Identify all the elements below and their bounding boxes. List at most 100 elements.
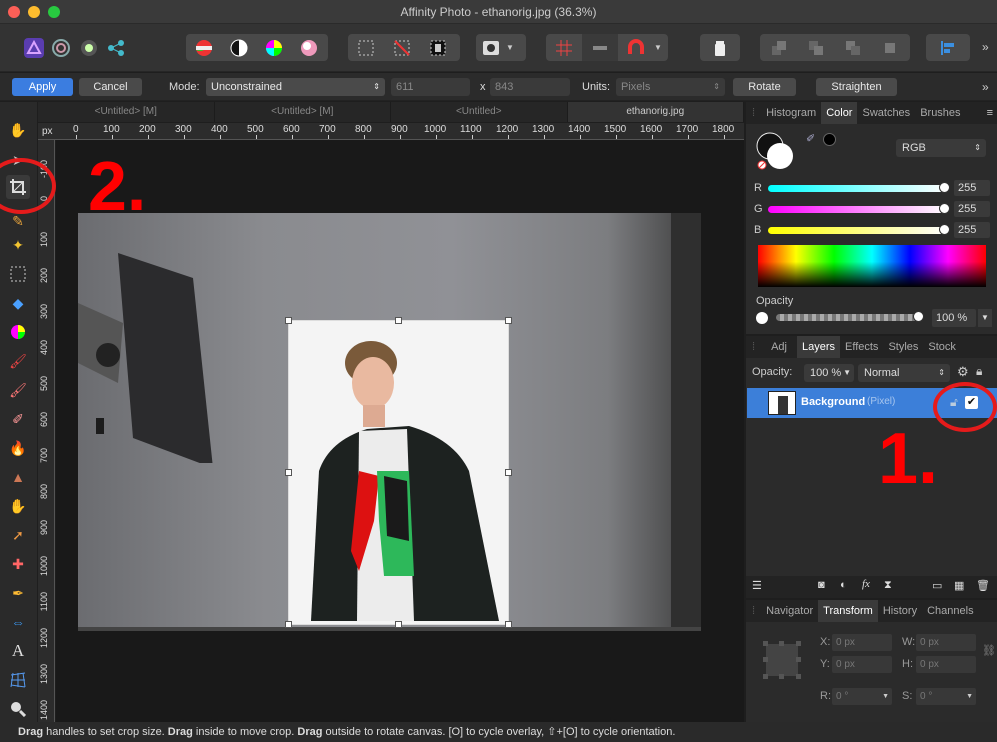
- marquee-tool-icon[interactable]: [6, 262, 30, 286]
- crop-handle-t[interactable]: [395, 317, 402, 324]
- erase-brush-icon[interactable]: ✐: [6, 407, 30, 431]
- hand-tool-icon[interactable]: ✋: [6, 118, 30, 142]
- clone-brush-icon[interactable]: ▲: [6, 465, 30, 489]
- tab-transform[interactable]: Transform: [818, 600, 878, 622]
- tab-adjustments[interactable]: Adj: [761, 341, 797, 353]
- dodge-burn-icon[interactable]: 🔥: [6, 436, 30, 460]
- crop-handle-r[interactable]: [505, 469, 512, 476]
- healing-brush-icon[interactable]: ✚: [6, 552, 30, 576]
- doc-tab[interactable]: <Untitled> [M]: [38, 102, 215, 122]
- blur-brush-icon[interactable]: ✋: [6, 494, 30, 518]
- smudge-brush-icon[interactable]: ➚: [6, 523, 30, 547]
- g-value[interactable]: 255: [954, 201, 990, 217]
- assistant-icon[interactable]: [582, 34, 618, 61]
- mesh-warp-icon[interactable]: [6, 668, 30, 692]
- quick-mask-icon[interactable]: [476, 34, 506, 61]
- b-slider-thumb[interactable]: [939, 224, 950, 235]
- chevron-down-icon[interactable]: ▼: [978, 309, 992, 327]
- contrast-icon[interactable]: [221, 34, 256, 61]
- g-slider-thumb[interactable]: [939, 203, 950, 214]
- b-value[interactable]: 255: [954, 222, 990, 238]
- apply-button[interactable]: Apply: [12, 78, 73, 96]
- crop-handle-b[interactable]: [395, 621, 402, 628]
- units-dropdown[interactable]: Pixels ⇕: [616, 78, 725, 96]
- toolbar-overflow-icon[interactable]: »: [982, 40, 989, 54]
- doc-tab[interactable]: <Untitled>: [391, 102, 568, 122]
- chevron-down-icon[interactable]: ▼: [654, 43, 662, 52]
- tab-histogram[interactable]: Histogram: [761, 107, 821, 119]
- eyedropper-icon[interactable]: ✐: [806, 132, 815, 145]
- anchor-point-selector[interactable]: [762, 640, 802, 680]
- paint-brush-icon[interactable]: 🖌: [6, 349, 30, 373]
- layer-opacity-dropdown[interactable]: 100 % ▼: [804, 364, 854, 382]
- live-filter-icon[interactable]: ⧗: [884, 579, 892, 592]
- tab-color[interactable]: Color: [821, 102, 858, 124]
- export-persona-icon[interactable]: [103, 34, 131, 61]
- crop-handle-l[interactable]: [285, 469, 292, 476]
- opacity-slider[interactable]: [776, 314, 922, 321]
- canvas-area[interactable]: [56, 140, 744, 722]
- tab-history[interactable]: History: [878, 605, 922, 617]
- trash-brush-icon[interactable]: [700, 34, 740, 61]
- fx-icon[interactable]: fx: [862, 578, 870, 590]
- rotate-button[interactable]: Rotate: [733, 78, 796, 96]
- new-layer-icon[interactable]: ▦: [954, 579, 964, 592]
- b-slider[interactable]: [768, 227, 946, 234]
- adjustment-layer-icon[interactable]: ◐: [840, 579, 847, 591]
- mask-layer-icon[interactable]: ◙: [818, 579, 825, 591]
- lock-icon[interactable]: 🔒︎: [976, 364, 982, 379]
- chevron-down-icon[interactable]: ▼: [506, 43, 514, 52]
- opacity-slider-thumb[interactable]: [913, 311, 924, 322]
- r-slider[interactable]: [768, 185, 946, 192]
- opacity-value[interactable]: 100 %: [932, 309, 976, 327]
- crop-area[interactable]: [285, 317, 512, 628]
- tab-channels[interactable]: Channels: [922, 605, 978, 617]
- color-picker-icon[interactable]: [6, 320, 30, 344]
- color-spectrum[interactable]: [758, 245, 986, 287]
- w-field[interactable]: 0 px: [916, 634, 976, 651]
- crop-handle-bl[interactable]: [285, 621, 292, 628]
- panel-menu-icon[interactable]: ≡: [987, 107, 993, 119]
- photo-persona-icon[interactable]: [20, 34, 48, 61]
- color-wheel-icon[interactable]: [256, 34, 291, 61]
- cancel-button[interactable]: Cancel: [79, 78, 142, 96]
- crop-width-input[interactable]: 611: [391, 78, 470, 96]
- tab-brushes[interactable]: Brushes: [915, 107, 965, 119]
- arrange-backward-icon[interactable]: [797, 34, 834, 61]
- select-all-icon[interactable]: [348, 34, 384, 61]
- align-icon[interactable]: [926, 34, 970, 61]
- shear-field[interactable]: 0 ° ▼: [916, 688, 976, 705]
- color-replacement-icon[interactable]: 🖌: [6, 378, 30, 402]
- magic-wand-icon[interactable]: ✦: [6, 233, 30, 257]
- crop-handle-tr[interactable]: [505, 317, 512, 324]
- delete-layer-icon[interactable]: 🗑︎: [976, 579, 990, 592]
- zoom-tool-icon[interactable]: [6, 697, 30, 721]
- deselect-icon[interactable]: [384, 34, 420, 61]
- crop-height-input[interactable]: 843: [490, 78, 570, 96]
- doc-tab-active[interactable]: ethanorig.jpg: [567, 102, 744, 122]
- fill-stroke-swatch-icon[interactable]: [756, 132, 796, 172]
- snapping-magnet-icon[interactable]: [618, 34, 654, 61]
- layers-stack-icon[interactable]: ☰: [752, 579, 762, 592]
- h-field[interactable]: 0 px: [916, 656, 976, 673]
- y-field[interactable]: 0 px: [832, 656, 892, 673]
- tab-layers[interactable]: Layers: [796, 336, 840, 358]
- x-field[interactable]: 0 px: [832, 634, 892, 651]
- tab-navigator[interactable]: Navigator: [761, 605, 818, 617]
- tab-styles[interactable]: Styles: [883, 341, 923, 353]
- context-overflow-icon[interactable]: »: [982, 80, 989, 94]
- rotation-field[interactable]: 0 ° ▼: [832, 688, 892, 705]
- grid-icon[interactable]: [546, 34, 582, 61]
- tab-swatches[interactable]: Swatches: [857, 107, 915, 119]
- crop-handle-br[interactable]: [505, 621, 512, 628]
- r-value[interactable]: 255: [954, 180, 990, 196]
- tab-effects[interactable]: Effects: [840, 341, 883, 353]
- crop-handle-tl[interactable]: [285, 317, 292, 324]
- liquify-persona-icon[interactable]: [48, 34, 76, 61]
- arrange-forward-icon[interactable]: [834, 34, 871, 61]
- flood-fill-icon[interactable]: ◆: [6, 291, 30, 315]
- folder-icon[interactable]: ▭: [932, 579, 942, 592]
- doc-tab[interactable]: <Untitled> [M]: [215, 102, 391, 122]
- link-ratio-icon[interactable]: ⛓: [982, 644, 996, 657]
- picked-color-swatch[interactable]: [823, 133, 836, 146]
